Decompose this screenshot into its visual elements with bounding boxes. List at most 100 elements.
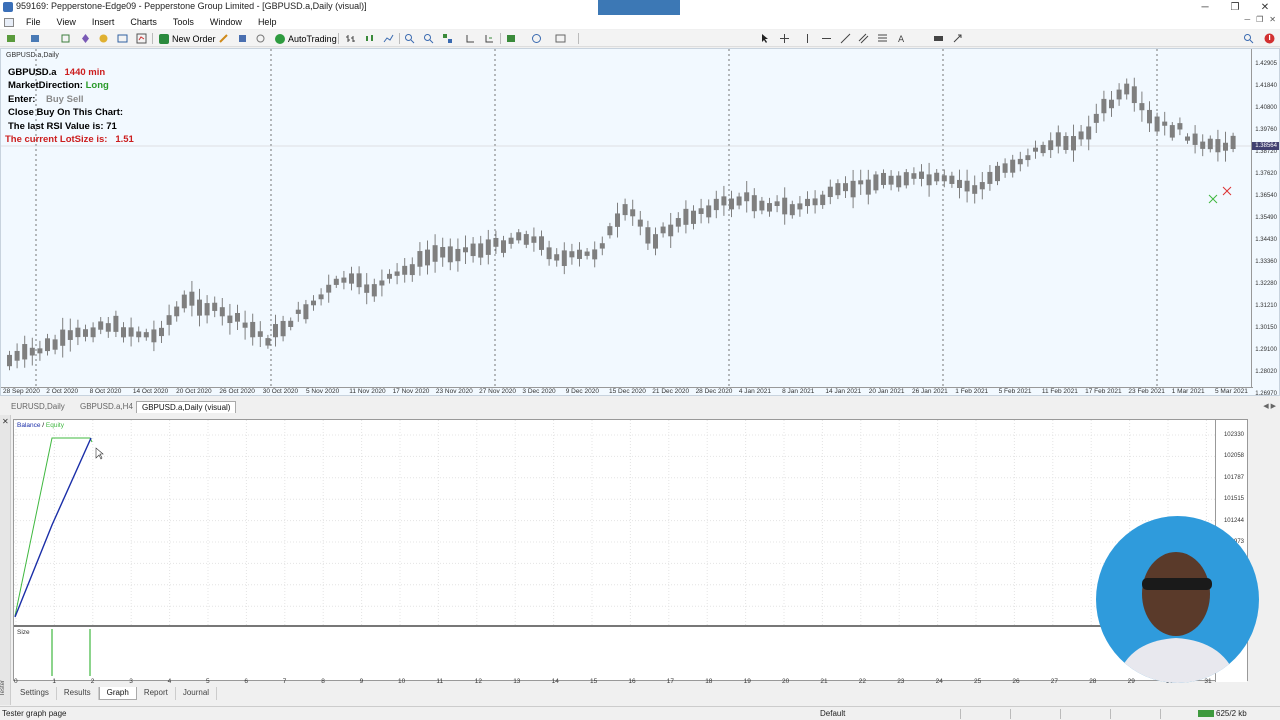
candle bbox=[881, 169, 886, 189]
menu-tools[interactable]: Tools bbox=[165, 17, 202, 27]
tab-gbpusd-h4[interactable]: GBPUSD.a,H4 bbox=[75, 401, 138, 413]
crosshair-icon[interactable] bbox=[779, 33, 790, 44]
menu-insert[interactable]: Insert bbox=[84, 17, 123, 27]
tab-journal[interactable]: Journal bbox=[176, 687, 218, 700]
candle bbox=[371, 278, 377, 302]
trendline-icon[interactable] bbox=[840, 33, 851, 44]
candle bbox=[7, 350, 12, 371]
metaeditor-icon[interactable] bbox=[218, 33, 229, 44]
menu-view[interactable]: View bbox=[49, 17, 84, 27]
candle bbox=[250, 313, 256, 346]
tester-close-icon[interactable]: ✕ bbox=[2, 417, 9, 426]
date-tick: 28 Sep 2020 bbox=[3, 388, 40, 395]
trade-tick: 12 bbox=[474, 678, 483, 685]
trade-tick: 18 bbox=[705, 678, 713, 685]
profiles-icon[interactable] bbox=[30, 33, 41, 44]
alert-icon[interactable] bbox=[1264, 33, 1275, 44]
candle bbox=[425, 240, 430, 275]
candle bbox=[485, 229, 491, 265]
mdi-close-button[interactable]: ✕ bbox=[1269, 15, 1276, 24]
periods-icon[interactable] bbox=[531, 33, 542, 44]
tab-eurusd-daily[interactable]: EURUSD,Daily bbox=[6, 401, 70, 413]
candlestick-plot[interactable] bbox=[1, 49, 1253, 387]
candle bbox=[432, 234, 438, 273]
date-tick: 11 Feb 2021 bbox=[1041, 388, 1078, 395]
candle bbox=[531, 227, 537, 252]
channel-icon[interactable] bbox=[858, 33, 869, 44]
bar-chart-icon[interactable] bbox=[345, 33, 356, 44]
candle bbox=[911, 167, 917, 185]
terminal-icon[interactable] bbox=[117, 33, 128, 44]
candle bbox=[14, 343, 20, 369]
menu-window[interactable]: Window bbox=[202, 17, 250, 27]
vps-icon[interactable] bbox=[237, 33, 248, 44]
menu-charts[interactable]: Charts bbox=[122, 17, 165, 27]
signals-icon[interactable] bbox=[255, 33, 266, 44]
tester-graph[interactable]: Balance / Equity Size 102330 102058 101787… bbox=[13, 419, 1248, 682]
text-icon[interactable]: A bbox=[896, 33, 907, 44]
candle bbox=[979, 172, 985, 200]
new-chart-icon[interactable] bbox=[6, 33, 17, 44]
candle bbox=[1223, 131, 1228, 162]
status-text: Tester graph page bbox=[2, 709, 67, 718]
minimize-button[interactable]: ─ bbox=[1190, 0, 1220, 15]
vertical-line-icon[interactable] bbox=[802, 33, 813, 44]
candle bbox=[417, 242, 423, 276]
candle bbox=[379, 269, 385, 297]
candle bbox=[949, 171, 955, 188]
navigator-icon[interactable] bbox=[80, 33, 91, 44]
indicators-icon[interactable] bbox=[506, 33, 517, 44]
mdi-restore-button[interactable]: ❐ bbox=[1256, 15, 1263, 24]
zoom-in-icon[interactable] bbox=[404, 33, 415, 44]
templates-icon[interactable] bbox=[555, 33, 566, 44]
menu-file[interactable]: File bbox=[18, 17, 49, 27]
arrows-icon[interactable] bbox=[952, 33, 963, 44]
tile-windows-icon[interactable] bbox=[442, 33, 453, 44]
close-button[interactable]: ✕ bbox=[1250, 0, 1280, 15]
mdi-minimize-button[interactable]: ─ bbox=[1244, 15, 1250, 24]
candle bbox=[903, 169, 909, 189]
tab-graph[interactable]: Graph bbox=[98, 687, 137, 700]
strategy-tester-icon[interactable] bbox=[136, 33, 147, 44]
menu-help[interactable]: Help bbox=[250, 17, 285, 27]
trade-tick: 20 bbox=[782, 678, 790, 685]
date-tick: 20 Oct 2020 bbox=[176, 388, 212, 395]
favorites-icon[interactable] bbox=[98, 33, 109, 44]
autotrading-button[interactable]: AutoTrading bbox=[272, 32, 340, 45]
tab-report[interactable]: Report bbox=[137, 687, 176, 700]
candle bbox=[257, 321, 263, 348]
candle bbox=[174, 301, 180, 322]
candle bbox=[204, 295, 210, 324]
tab-settings[interactable]: Settings bbox=[13, 687, 57, 700]
text-label-icon[interactable] bbox=[933, 33, 944, 44]
info-rsi-line: The last RSI Value is: 71 bbox=[8, 120, 117, 132]
new-order-button[interactable]: New Order bbox=[156, 32, 219, 45]
candle bbox=[1177, 117, 1183, 136]
autoscroll-icon[interactable] bbox=[484, 33, 495, 44]
candle bbox=[637, 210, 643, 236]
tab-results[interactable]: Results bbox=[57, 687, 99, 700]
candle bbox=[767, 197, 772, 217]
chart-window-icon[interactable] bbox=[4, 17, 14, 27]
horizontal-line-icon[interactable] bbox=[821, 33, 832, 44]
candle bbox=[121, 322, 126, 343]
tab-scroll-arrows[interactable]: ◀ ▶ bbox=[1263, 402, 1276, 410]
candle bbox=[67, 318, 73, 352]
price-chart[interactable]: GBPUSD.a,Daily GBPUSD.a 1440 min MarketD… bbox=[0, 48, 1280, 397]
candle bbox=[843, 176, 848, 199]
fibonacci-icon[interactable] bbox=[877, 33, 888, 44]
line-chart-icon[interactable] bbox=[383, 33, 394, 44]
cursor-icon[interactable] bbox=[760, 33, 771, 44]
maximize-button[interactable]: ❐ bbox=[1220, 0, 1250, 15]
zoom-out-icon[interactable] bbox=[423, 33, 434, 44]
tab-gbpusd-daily-visual[interactable]: GBPUSD.a,Daily (visual) bbox=[136, 401, 237, 413]
candle bbox=[265, 334, 271, 349]
search-icon[interactable] bbox=[1243, 33, 1254, 44]
chart-shift-icon[interactable] bbox=[465, 33, 476, 44]
trade-tick: 8 bbox=[321, 678, 325, 685]
autotrading-icon bbox=[275, 33, 285, 44]
candlestick-icon[interactable] bbox=[364, 33, 375, 44]
candle bbox=[706, 199, 712, 224]
market-watch-icon[interactable] bbox=[60, 33, 71, 44]
candle bbox=[660, 222, 666, 238]
